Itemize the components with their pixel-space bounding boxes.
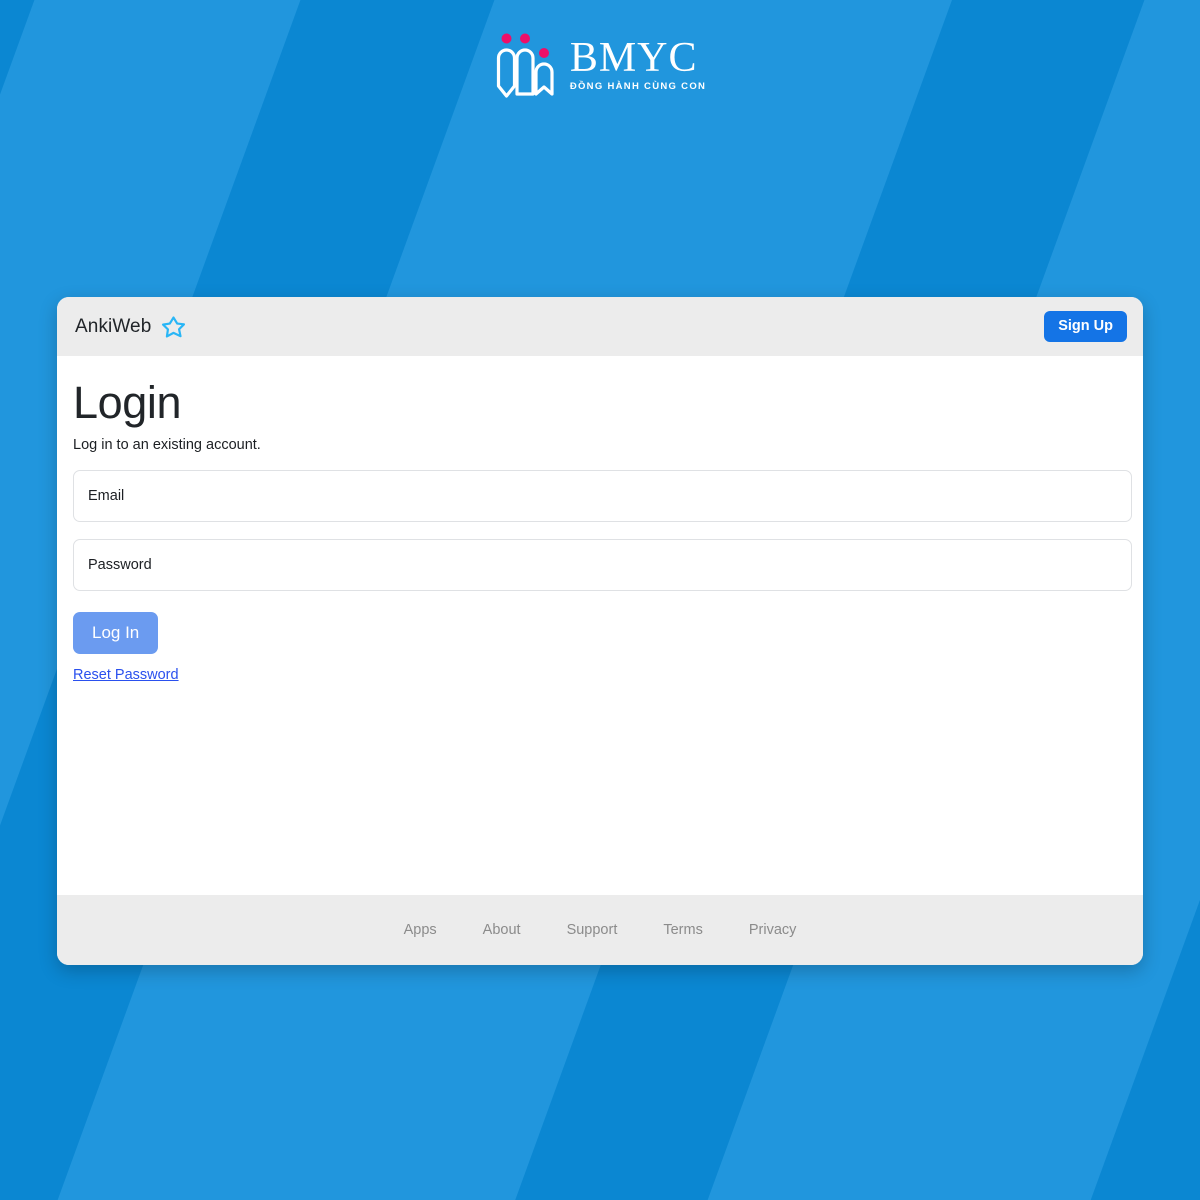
bmyc-wordmark: BMYC bbox=[569, 34, 698, 81]
footer-link-support[interactable]: Support bbox=[567, 922, 618, 938]
sign-up-button[interactable]: Sign Up bbox=[1044, 310, 1127, 343]
log-in-button[interactable]: Log In bbox=[73, 612, 159, 655]
page-subtitle: Log in to an existing account. bbox=[73, 437, 261, 454]
password-field[interactable] bbox=[73, 539, 1132, 592]
footer-link-privacy[interactable]: Privacy bbox=[749, 922, 797, 938]
email-field[interactable] bbox=[73, 470, 1132, 523]
bmyc-tagline: ĐỒNG HÀNH CÙNG CON bbox=[569, 81, 707, 93]
login-form-area: Login Log in to an existing account. Log… bbox=[57, 356, 1143, 895]
bmyc-books-icon bbox=[496, 33, 554, 98]
ankiweb-brand[interactable]: AnkiWeb bbox=[75, 313, 187, 341]
reset-password-link[interactable]: Reset Password bbox=[73, 667, 179, 683]
anki-star-icon bbox=[162, 315, 186, 338]
bmyc-brand-logo: BMYC ĐỒNG HÀNH CÙNG CON bbox=[0, 32, 1200, 98]
bmyc-logo-text: BMYC ĐỒNG HÀNH CÙNG CON bbox=[569, 34, 707, 93]
footer-link-apps[interactable]: Apps bbox=[404, 922, 437, 938]
footer-link-terms[interactable]: Terms bbox=[663, 922, 702, 938]
footer-link-about[interactable]: About bbox=[483, 922, 521, 938]
ankiweb-brand-label: AnkiWeb bbox=[75, 315, 152, 337]
app-header-bar: AnkiWeb Sign Up bbox=[57, 297, 1143, 356]
ankiweb-login-card: AnkiWeb Sign Up Login Log in to an exist… bbox=[57, 297, 1143, 965]
page-title: Login bbox=[73, 377, 182, 428]
app-footer-bar: Apps About Support Terms Privacy bbox=[57, 895, 1143, 965]
